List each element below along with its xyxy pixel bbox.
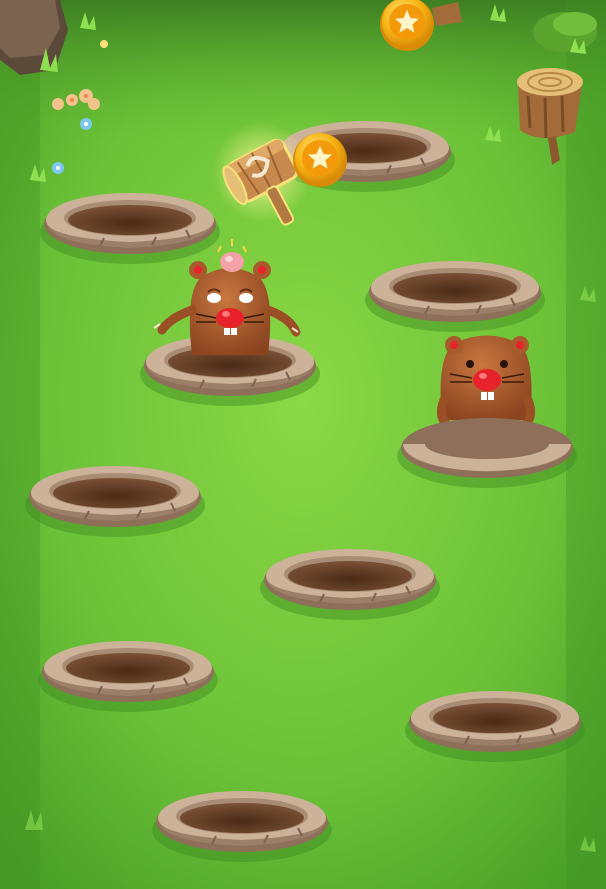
- forest-edge: [0, 0, 606, 140]
- mole-hole[interactable]: [404, 690, 586, 763]
- mole-hole[interactable]: [151, 790, 333, 863]
- game-board: [0, 0, 606, 889]
- mole-hole[interactable]: [24, 465, 206, 538]
- gold-star-coin[interactable]: [293, 133, 347, 187]
- mole-hole[interactable]: [397, 418, 577, 488]
- mole-hole[interactable]: [37, 640, 219, 713]
- mole-hole[interactable]: [39, 192, 221, 265]
- mole-hole[interactable]: [259, 548, 441, 621]
- mole-hole[interactable]: [364, 260, 546, 333]
